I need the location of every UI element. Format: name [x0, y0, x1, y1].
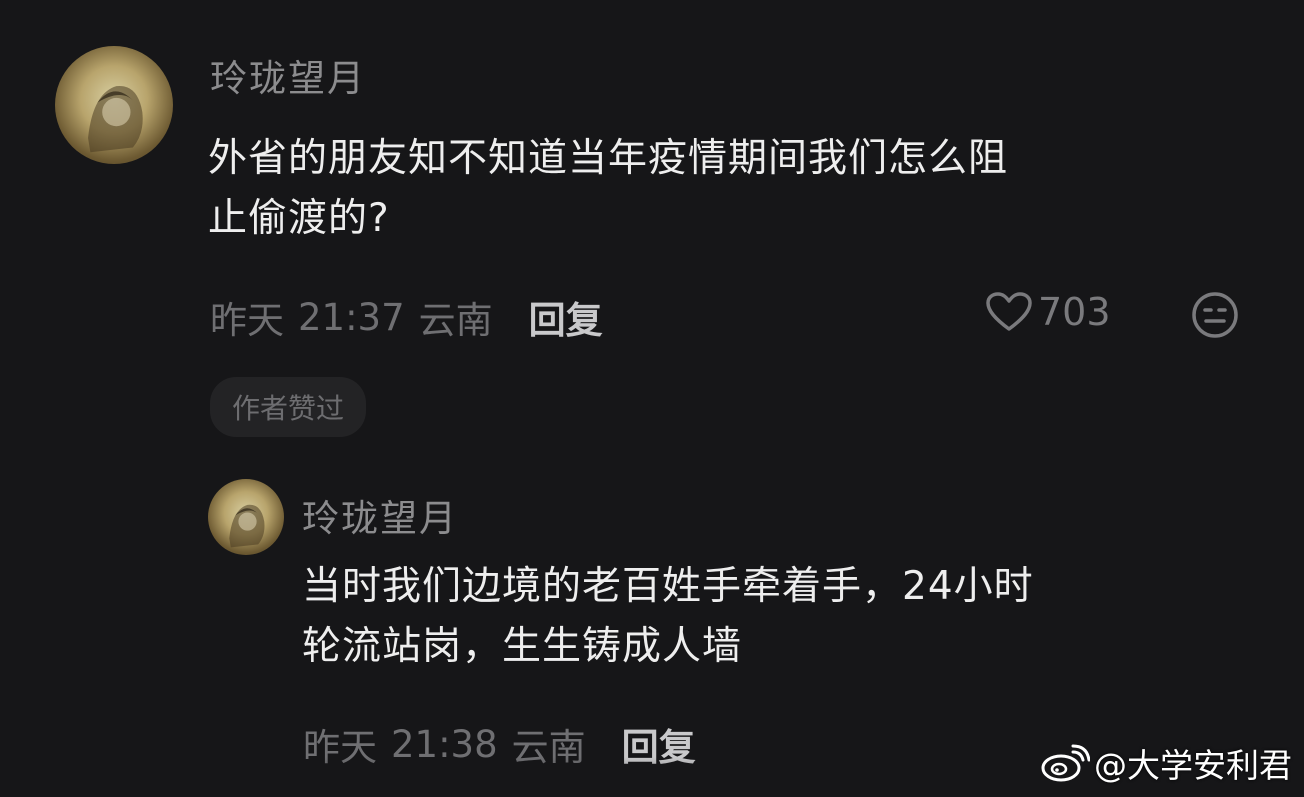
comment-location: 云南 [418, 299, 493, 342]
like-button[interactable]: 703 [984, 290, 1111, 334]
username[interactable]: 玲珑望月 [302, 488, 458, 542]
comment-meta: 昨天 21:38 云南 回复 [303, 717, 696, 771]
dislike-face-icon [1192, 292, 1238, 338]
comment-text-line: 轮流站岗，生生铸成人墙 [302, 624, 743, 669]
username[interactable]: 玲珑望月 [210, 48, 366, 102]
comment-text-line: 外省的朋友知不知道当年疫情期间我们怎么阻 [208, 136, 1009, 181]
avatar-image [88, 85, 143, 153]
comment-text-line: 止偷渡的? [208, 196, 390, 241]
reply-button[interactable]: 回复 [529, 290, 603, 344]
avatar[interactable] [55, 46, 173, 164]
dislike-button[interactable] [1190, 290, 1240, 340]
reply-button[interactable]: 回复 [622, 717, 696, 771]
comment-meta: 昨天 21:37 云南 回复 [210, 290, 603, 344]
watermark: @大学安利君 [1040, 739, 1292, 787]
author-liked-badge: 作者赞过 [210, 377, 367, 437]
heart-icon [986, 292, 1032, 331]
comment-date: 昨天 [303, 726, 377, 769]
comment-text: 当时我们边境的老百姓手牵着手，24小时 轮流站岗，生生铸成人墙 [302, 557, 1034, 677]
avatar-image [229, 504, 265, 548]
watermark-text: @大学安利君 [1094, 746, 1292, 785]
comment-text: 外省的朋友知不知道当年疫情期间我们怎么阻 止偷渡的? [208, 129, 1008, 249]
comment-date: 昨天 [210, 299, 284, 342]
comment-location: 云南 [511, 726, 586, 769]
avatar[interactable] [208, 479, 284, 555]
weibo-logo-icon [1041, 744, 1090, 782]
comment-time: 21:37 [298, 295, 405, 339]
comment-text-line: 当时我们边境的老百姓手牵着手，24小时 [302, 564, 1034, 609]
like-count: 703 [1038, 290, 1111, 334]
comment-time: 21:38 [391, 722, 498, 766]
